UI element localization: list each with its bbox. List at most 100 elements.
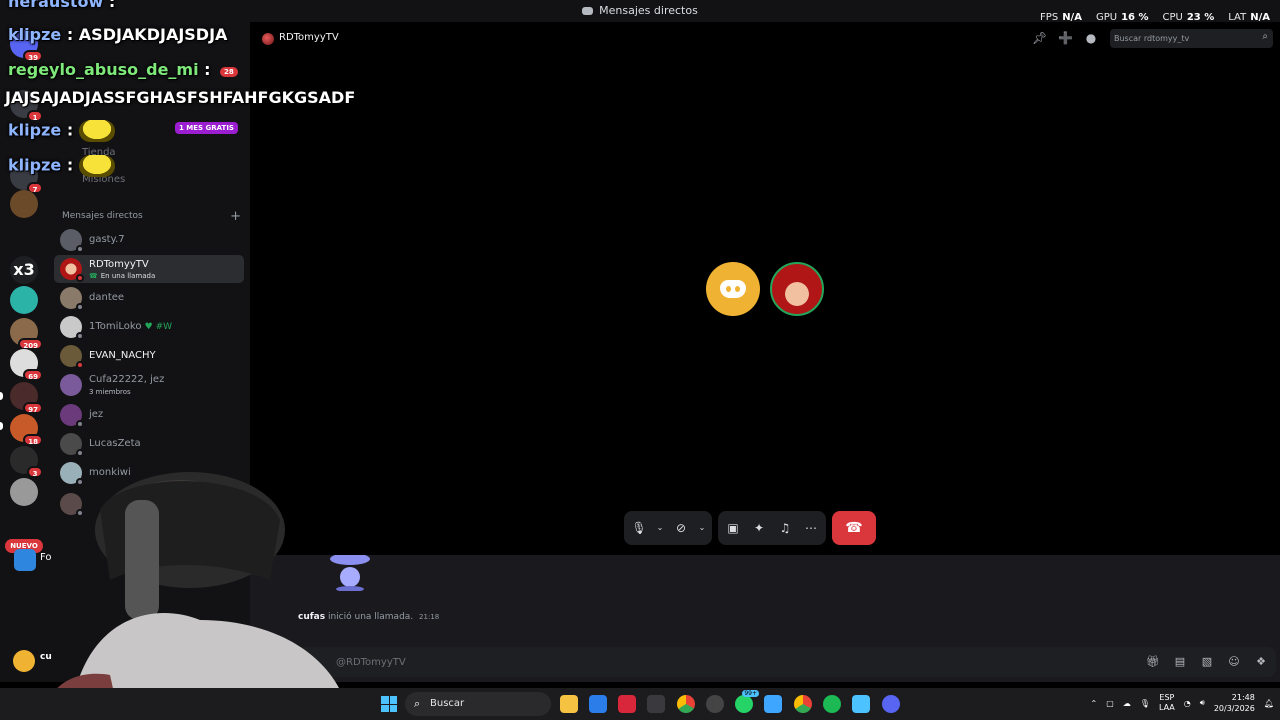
webcam-overlay	[40, 472, 350, 720]
group-avatar	[60, 374, 82, 396]
microphone-icon[interactable]: 🎙︎	[630, 518, 648, 538]
server-folder[interactable]: x3	[10, 256, 38, 284]
search-icon: ⌕	[414, 697, 421, 710]
sticker-icon[interactable]: ▧	[1200, 655, 1214, 669]
status-dot	[76, 303, 84, 311]
server-icon[interactable]	[10, 286, 38, 314]
message-composer[interactable]: 🎁︎ ▤ ▧ ☺ ❖	[260, 647, 1276, 677]
channel-avatar	[262, 33, 274, 45]
call-area: 🎙︎ ⌄ ⊘ ⌄ ▣ ✦ ♫ ⋯ ☎	[250, 56, 1280, 555]
dm-item[interactable]: 1TomiLoko ♥ #W	[54, 313, 244, 341]
system-tray: ⌃ ▢ ☁ 🎙︎ ESP LAA ◔ 🔊︎ 21:48 20/3/2026 🔔︎	[1091, 692, 1274, 714]
status-dot	[76, 332, 84, 340]
language-indicator[interactable]: ESP LAA	[1159, 693, 1175, 713]
search-input[interactable]	[1114, 32, 1254, 45]
call-header: RDTomyyTV 📌︎ ➕ ● ⌕	[250, 22, 1280, 56]
dm-item[interactable]: gasty.7	[54, 226, 244, 254]
apps-icon[interactable]: ❖	[1254, 655, 1268, 669]
unread-badge: 69	[23, 369, 43, 381]
chevron-down-icon[interactable]: ⌄	[656, 518, 664, 538]
dm-name: jez	[89, 409, 104, 420]
participant-avatar[interactable]	[770, 262, 824, 316]
github-icon[interactable]	[706, 695, 724, 713]
chrome-icon[interactable]	[794, 695, 812, 713]
dm-name: Cufa22222, jez	[89, 374, 165, 385]
dm-item-group[interactable]: Cufa22222, jez 3 miembros	[54, 371, 244, 399]
server-icon[interactable]: 3	[10, 446, 43, 478]
call-controls: 🎙︎ ⌄ ⊘ ⌄ ▣ ✦ ♫ ⋯ ☎	[624, 511, 876, 545]
soundboard-icon[interactable]: ♫	[776, 518, 794, 538]
store-icon[interactable]	[647, 695, 665, 713]
unread-badge: 97	[23, 402, 43, 414]
start-button[interactable]	[381, 696, 397, 712]
dm-item[interactable]: EVAN_NACHY	[54, 342, 244, 370]
volume-icon[interactable]: 🔊︎	[1200, 698, 1205, 708]
wifi-icon[interactable]: ◔	[1184, 699, 1191, 708]
participant-avatar[interactable]	[706, 262, 760, 316]
user-avatar[interactable]	[13, 650, 35, 672]
add-friend-icon[interactable]: ➕	[1058, 31, 1073, 45]
notepad-icon[interactable]	[852, 695, 870, 713]
more-icon[interactable]: ⋯	[802, 518, 820, 538]
dm-item[interactable]: jez	[54, 401, 244, 429]
channel-name: RDTomyyTV	[279, 32, 339, 43]
taskbar-search[interactable]: ⌕ Buscar	[405, 692, 551, 716]
onedrive-icon[interactable]: ☁	[1123, 699, 1131, 708]
gif-icon[interactable]: ▤	[1173, 655, 1187, 669]
clock[interactable]: 21:48 20/3/2026	[1214, 692, 1255, 714]
notification-icon[interactable]: 🔔︎	[1264, 699, 1274, 708]
spotify-icon[interactable]	[823, 695, 841, 713]
chevron-up-icon[interactable]: ⌃	[1091, 699, 1098, 708]
activity-icon[interactable]	[14, 549, 36, 571]
app-icon[interactable]	[764, 695, 782, 713]
whatsapp-icon[interactable]: 99+	[735, 690, 759, 713]
hang-up-button[interactable]: ☎	[832, 511, 876, 545]
dm-item[interactable]: dantee	[54, 284, 244, 312]
unread-pill	[0, 392, 3, 400]
camera-off-icon[interactable]: ⊘	[672, 518, 690, 538]
discord-icon[interactable]	[882, 695, 900, 713]
tray-app-icon[interactable]: ▢	[1106, 699, 1114, 708]
emote-icon	[79, 155, 116, 177]
chat-area: cufas inició una llamada. 21:18 🎁︎ ▤ ▧ ☺…	[250, 555, 1280, 682]
add-dm-icon[interactable]: +	[230, 209, 241, 224]
chevron-down-icon[interactable]: ⌄	[698, 518, 706, 538]
overlay-line: heraustow :	[8, 0, 116, 11]
emoji-icon[interactable]: ☺	[1227, 655, 1241, 669]
search-box[interactable]: ⌕	[1110, 29, 1273, 48]
server-icon[interactable]: 97	[10, 382, 43, 414]
server-icon[interactable]: 209	[10, 318, 43, 350]
pin-icon[interactable]: 📌︎	[1032, 31, 1047, 45]
status-dot	[76, 361, 84, 369]
header-icons: 📌︎ ➕ ●	[1032, 31, 1098, 45]
gift-icon[interactable]: 🎁︎	[1146, 655, 1160, 669]
activities-icon[interactable]: ✦	[750, 518, 768, 538]
unread-pill	[0, 422, 3, 430]
dm-header: Mensajes directos +	[62, 209, 241, 224]
phone-icon: ☎	[845, 520, 863, 536]
app-icon[interactable]	[589, 695, 607, 713]
server-icon[interactable]: 69	[10, 349, 43, 381]
audio-video-group: 🎙︎ ⌄ ⊘ ⌄	[624, 511, 712, 545]
message-input[interactable]	[336, 655, 936, 669]
dm-item-selected[interactable]: RDTomyyTV En una llamada	[54, 255, 244, 283]
dm-name: RDTomyyTV	[89, 259, 149, 270]
unread-badge: 18	[23, 434, 43, 446]
profile-icon[interactable]: ●	[1084, 31, 1098, 45]
screen-share-icon[interactable]: ▣	[724, 518, 742, 538]
dm-members: 3 miembros	[89, 388, 131, 396]
dm-item[interactable]: LucasZeta	[54, 430, 244, 458]
search-icon: ⌕	[1262, 31, 1268, 42]
overlay-line: JAJSAJADJASSFGHASFSHFAHFGKGSADF	[5, 88, 356, 107]
activity-group: ▣ ✦ ♫ ⋯	[718, 511, 826, 545]
chrome-icon[interactable]	[677, 695, 695, 713]
microphone-icon[interactable]: 🎙︎	[1140, 699, 1150, 708]
windows-taskbar: ⌕ Buscar 99+ ⌃ ▢ ☁ 🎙︎ ESP LAA ◔ 🔊︎ 21:48 2…	[0, 688, 1280, 720]
file-explorer-icon[interactable]	[560, 695, 578, 713]
server-icon[interactable]: 18	[10, 414, 43, 446]
composer-icons: 🎁︎ ▤ ▧ ☺ ❖	[1146, 655, 1268, 669]
app-icon[interactable]	[618, 695, 636, 713]
dm-name: dantee	[89, 292, 125, 303]
server-icon[interactable]	[10, 190, 38, 218]
server-icon[interactable]	[10, 478, 38, 506]
